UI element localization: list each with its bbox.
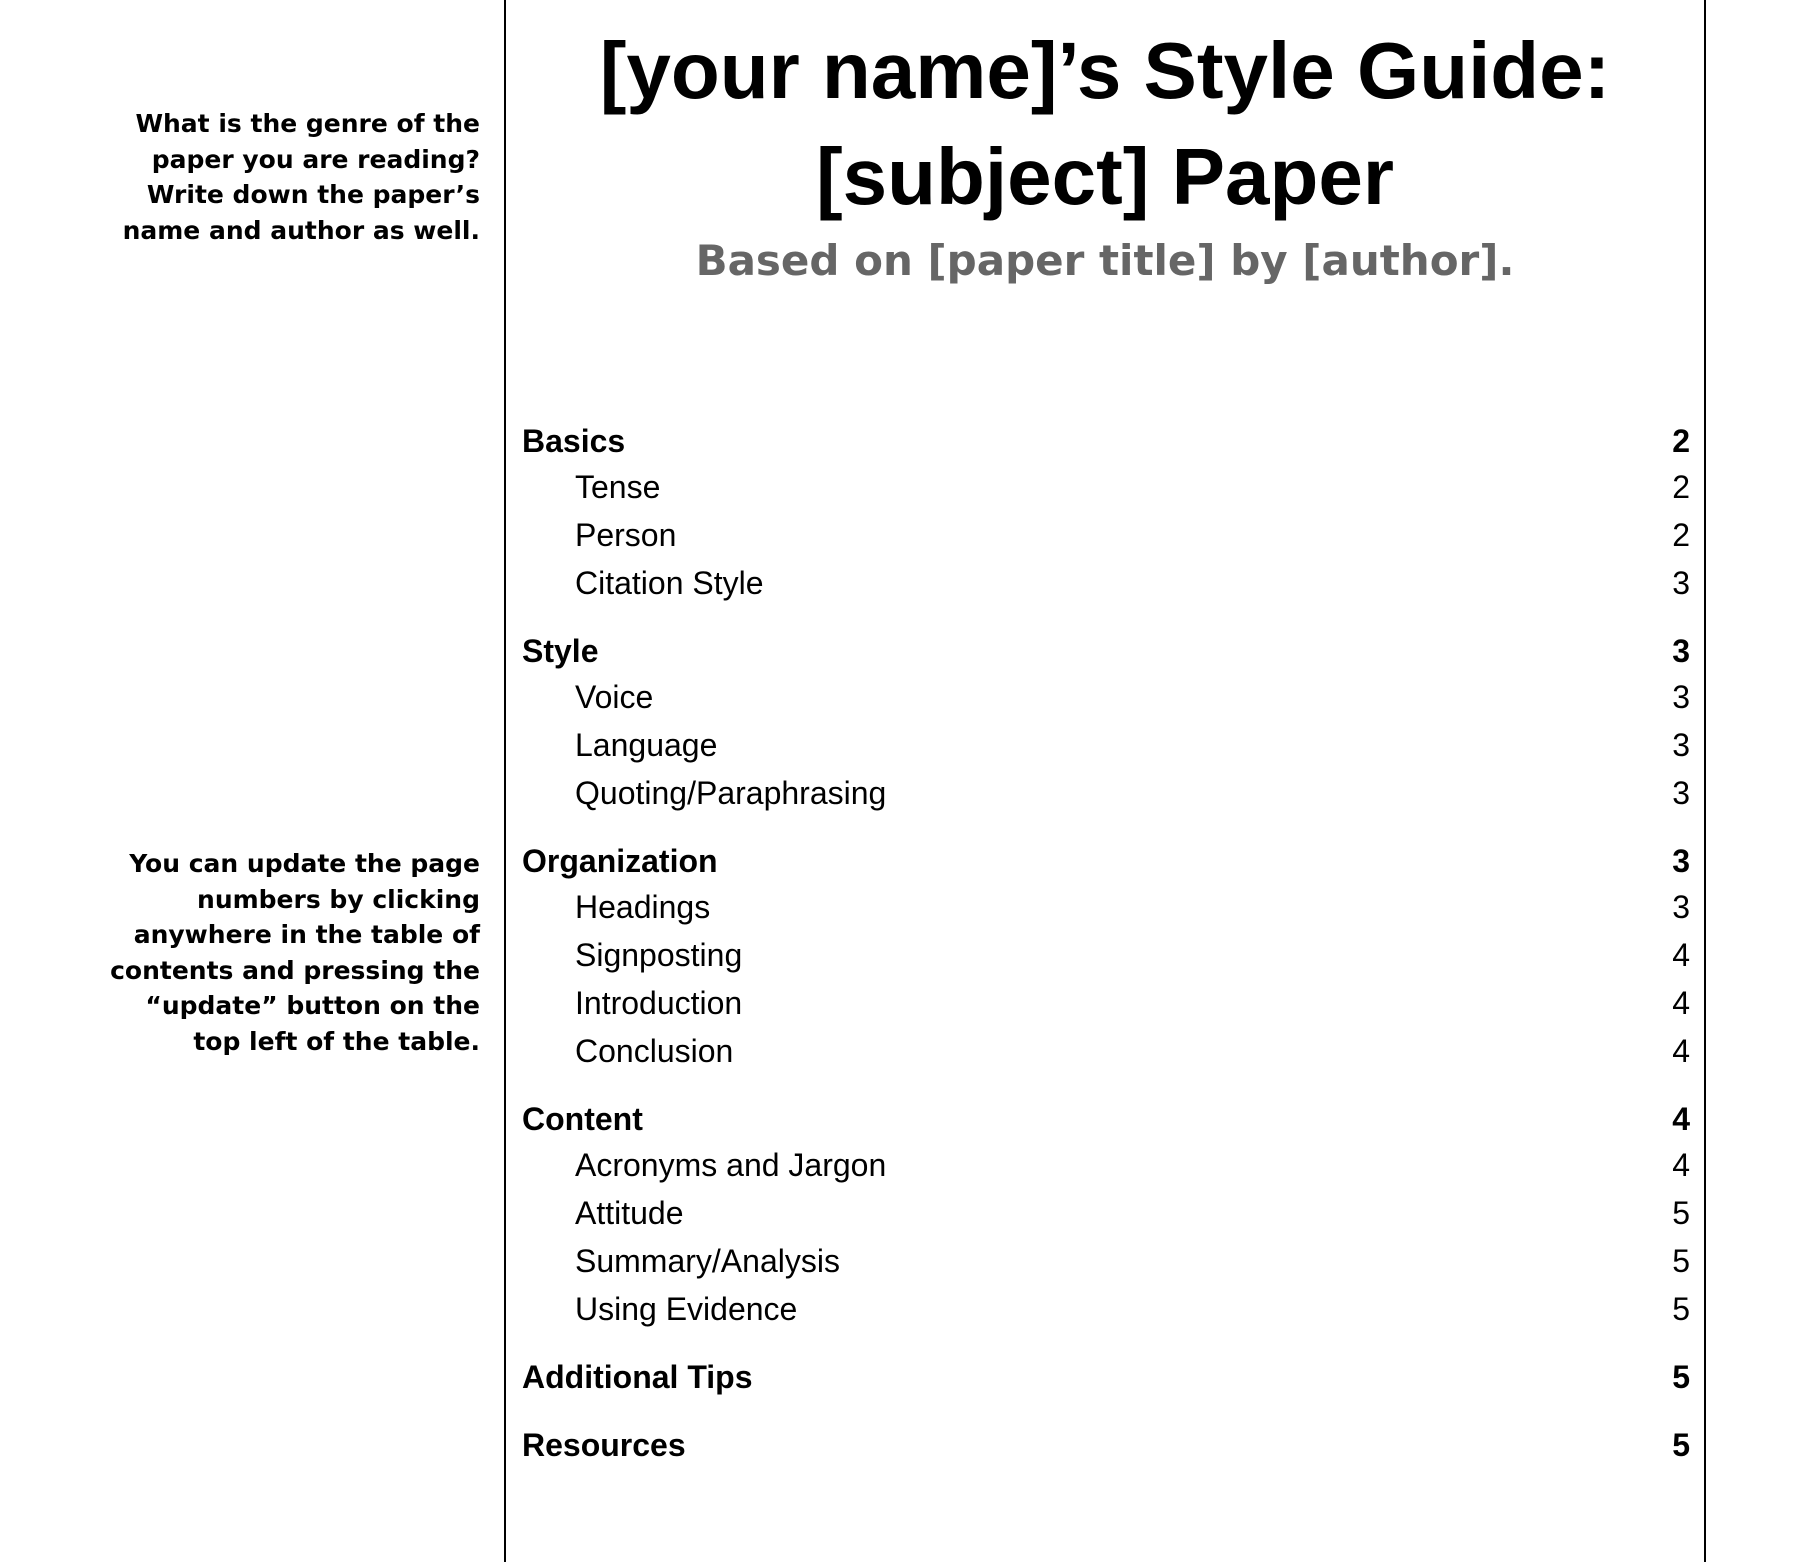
comment-line: You can update the page xyxy=(129,849,480,878)
toc-label: Voice xyxy=(575,678,654,715)
comment-line: anywhere in the table of xyxy=(133,920,480,949)
toc-entry-signposting[interactable]: Signposting 4 xyxy=(522,931,1690,979)
toc-page-number: 5 xyxy=(1672,1194,1690,1231)
comment-line: contents and pressing the xyxy=(110,955,480,985)
toc-label: Person xyxy=(575,516,677,553)
toc-section-style[interactable]: Style 3 xyxy=(522,629,1690,673)
toc-page-number: 5 xyxy=(1672,1290,1690,1327)
toc-page-number: 2 xyxy=(1672,516,1690,553)
toc-page-number: 3 xyxy=(1672,842,1690,879)
document-title[interactable]: [your name]’s Style Guide: [subject] Pap… xyxy=(506,18,1704,230)
toc-entry-acronyms-and-jargon[interactable]: Acronyms and Jargon 4 xyxy=(522,1141,1690,1189)
toc-label: Language xyxy=(575,726,718,763)
toc-page-number: 4 xyxy=(1672,936,1690,973)
toc-section-content[interactable]: Content 4 xyxy=(522,1097,1690,1141)
comment-update-note: You can update the page numbers by click… xyxy=(80,846,480,1059)
toc-entry-language[interactable]: Language 3 xyxy=(522,721,1690,769)
toc-entry-tense[interactable]: Tense 2 xyxy=(522,463,1690,511)
toc-group-organization: Organization 3 Headings 3 Signposting 4 … xyxy=(522,839,1690,1075)
toc-page-number: 5 xyxy=(1672,1242,1690,1279)
toc-entry-voice[interactable]: Voice 3 xyxy=(522,673,1690,721)
toc-entry-attitude[interactable]: Attitude 5 xyxy=(522,1189,1690,1237)
toc-entry-introduction[interactable]: Introduction 4 xyxy=(522,979,1690,1027)
comment-line: “update” button on the xyxy=(145,991,480,1020)
comment-line: name and author as well. xyxy=(122,215,480,245)
toc-page-number: 2 xyxy=(1672,468,1690,505)
toc-label: Conclusion xyxy=(575,1032,734,1069)
toc-label: Acronyms and Jargon xyxy=(575,1146,887,1183)
toc-label: Headings xyxy=(575,888,711,925)
toc-group-content: Content 4 Acronyms and Jargon 4 Attitude… xyxy=(522,1097,1690,1333)
comment-line: top left of the table. xyxy=(193,1026,480,1056)
toc-entry-summary-analysis[interactable]: Summary/Analysis 5 xyxy=(522,1237,1690,1285)
title-line-2[interactable]: [subject] Paper xyxy=(506,124,1704,230)
toc-label: Resources xyxy=(522,1426,686,1463)
margin-notes: What is the genre of the paper you are r… xyxy=(0,0,505,1562)
toc-entry-quoting-paraphrasing[interactable]: Quoting/Paraphrasing 3 xyxy=(522,769,1690,817)
toc-label: Using Evidence xyxy=(575,1290,798,1327)
toc-group-additional-tips: Additional Tips 5 xyxy=(522,1355,1690,1399)
toc-page-number: 3 xyxy=(1672,774,1690,811)
toc-label: Attitude xyxy=(575,1194,684,1231)
toc-entry-person[interactable]: Person 2 xyxy=(522,511,1690,559)
toc-section-resources[interactable]: Resources 5 xyxy=(522,1423,1690,1467)
document-subtitle[interactable]: Based on [paper title] by [author]. xyxy=(506,233,1704,289)
comment-line: Write down the paper’s xyxy=(146,180,480,209)
toc-page-number: 5 xyxy=(1672,1426,1690,1463)
comment-line: numbers by clicking xyxy=(197,884,480,914)
toc-page-number: 4 xyxy=(1672,1100,1690,1137)
toc-page-number: 4 xyxy=(1672,984,1690,1021)
toc-page-number: 3 xyxy=(1672,888,1690,925)
toc-entry-headings[interactable]: Headings 3 xyxy=(522,883,1690,931)
toc-group-resources: Resources 5 xyxy=(522,1423,1690,1467)
toc-entry-citation-style[interactable]: Citation Style 3 xyxy=(522,559,1690,607)
toc-label: Additional Tips xyxy=(522,1358,753,1395)
toc-label: Citation Style xyxy=(575,564,764,601)
comment-genre-note: What is the genre of the paper you are r… xyxy=(80,106,480,248)
toc-page-number: 3 xyxy=(1672,564,1690,601)
comment-line: paper you are reading? xyxy=(151,144,480,174)
table-of-contents[interactable]: Basics 2 Tense 2 Person 2 Citation Style… xyxy=(522,419,1690,1491)
toc-group-style: Style 3 Voice 3 Language 3 Quoting/Parap… xyxy=(522,629,1690,817)
toc-section-basics[interactable]: Basics 2 xyxy=(522,419,1690,463)
toc-page-number: 5 xyxy=(1672,1358,1690,1395)
toc-label: Introduction xyxy=(575,984,743,1021)
toc-entry-using-evidence[interactable]: Using Evidence 5 xyxy=(522,1285,1690,1333)
toc-page-number: 4 xyxy=(1672,1032,1690,1069)
toc-section-additional-tips[interactable]: Additional Tips 5 xyxy=(522,1355,1690,1399)
toc-section-organization[interactable]: Organization 3 xyxy=(522,839,1690,883)
toc-label: Quoting/Paraphrasing xyxy=(575,774,887,811)
toc-label: Content xyxy=(522,1100,643,1137)
title-line-1[interactable]: [your name]’s Style Guide: xyxy=(506,18,1704,124)
toc-page-number: 3 xyxy=(1672,632,1690,669)
toc-label: Summary/Analysis xyxy=(575,1242,840,1279)
toc-group-basics: Basics 2 Tense 2 Person 2 Citation Style… xyxy=(522,419,1690,607)
toc-page-number: 2 xyxy=(1672,422,1690,459)
toc-label: Style xyxy=(522,632,599,669)
toc-page-number: 3 xyxy=(1672,678,1690,715)
document-page[interactable]: [your name]’s Style Guide: [subject] Pap… xyxy=(504,0,1706,1562)
toc-label: Organization xyxy=(522,842,718,879)
toc-entry-conclusion[interactable]: Conclusion 4 xyxy=(522,1027,1690,1075)
toc-page-number: 3 xyxy=(1672,726,1690,763)
comment-line: What is the genre of the xyxy=(135,109,480,138)
toc-label: Tense xyxy=(575,468,661,505)
toc-label: Basics xyxy=(522,422,626,459)
toc-label: Signposting xyxy=(575,936,743,973)
toc-page-number: 4 xyxy=(1672,1146,1690,1183)
